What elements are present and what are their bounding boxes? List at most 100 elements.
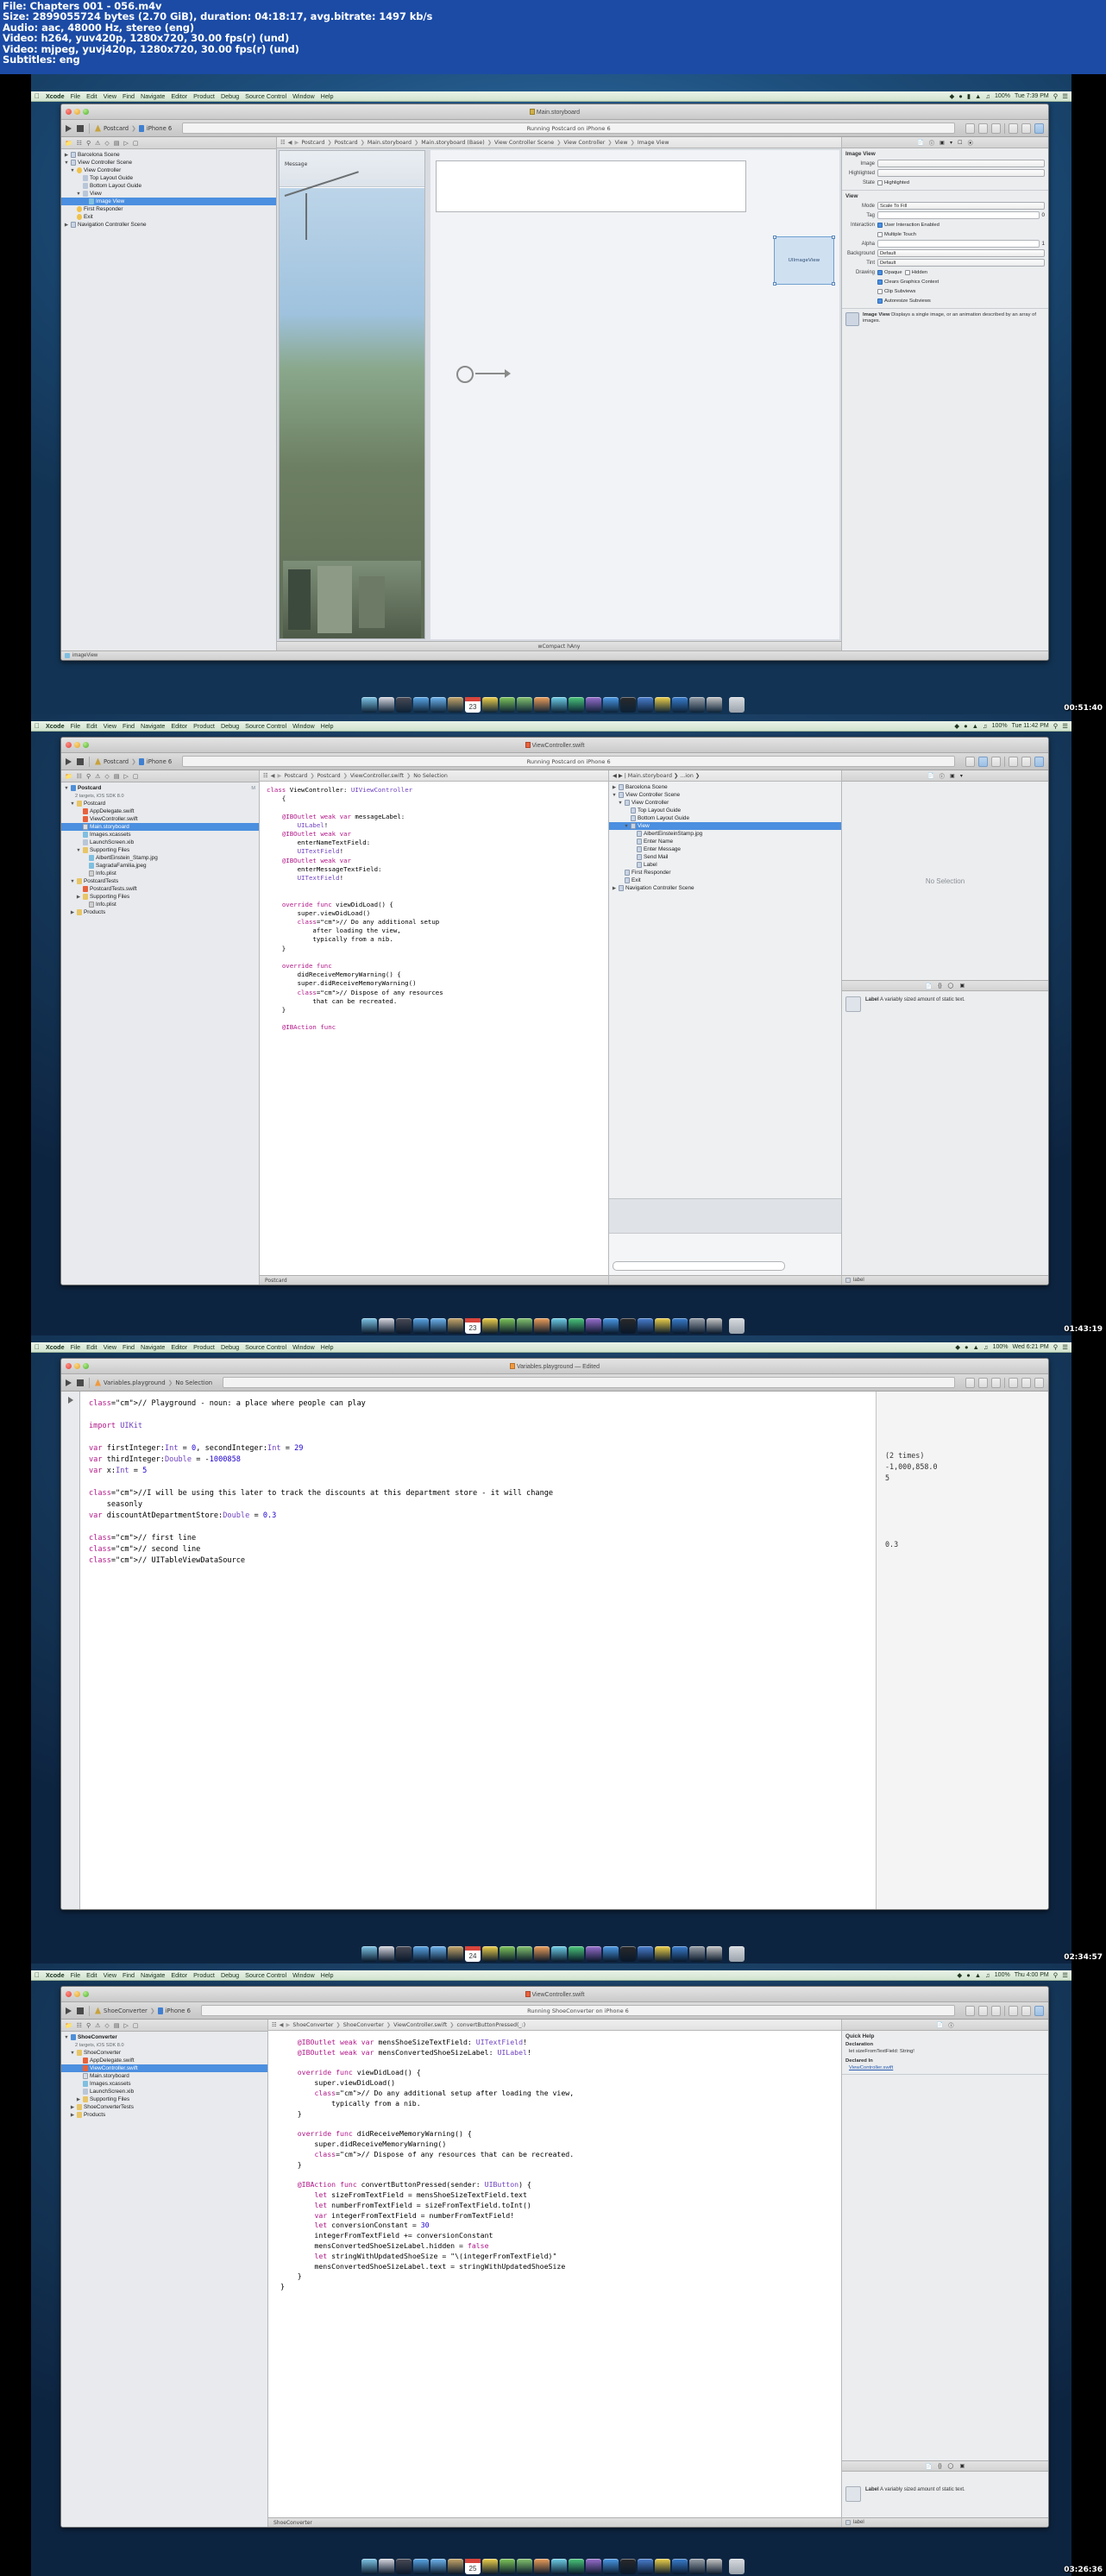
dock-appstore-icon[interactable] (603, 2559, 619, 2574)
breadcrumb-segment[interactable]: Main.storyboard (368, 140, 412, 146)
dock-xcode-icon[interactable] (638, 697, 653, 713)
dock-facetime-icon[interactable] (569, 1318, 584, 1334)
dock-finder-icon[interactable] (361, 697, 377, 713)
hidden-checkbox[interactable]: Hidden (904, 269, 927, 275)
menu-window[interactable]: Window (292, 92, 315, 100)
dock-downloads-icon[interactable] (707, 697, 722, 713)
dock-launchpad-icon[interactable] (379, 1946, 394, 1962)
jump-bar-4[interactable]: ☷ ◀ ▶ ShoeConverter ❯ ShoeConverter ❯ ViewContr… (268, 2020, 841, 2031)
inspector-tabs-2[interactable]: 📄 ⓘ ▣ ▾ (842, 770, 1048, 782)
tree-item[interactable]: LaunchScreen.xib (61, 839, 259, 846)
dock-contacts-icon[interactable] (448, 697, 463, 713)
dock-safari-icon[interactable] (413, 697, 429, 713)
spotlight-icon[interactable]: ⚲ (1053, 1971, 1059, 1979)
menu-help[interactable]: Help (321, 92, 334, 100)
dock-finder-icon[interactable] (361, 2559, 377, 2574)
editor-standard-button[interactable] (965, 756, 975, 767)
attributes-inspector-icon[interactable]: ▾ (950, 140, 952, 146)
dock-downloads-icon[interactable] (707, 1946, 722, 1962)
dropbox-icon[interactable]: ◆ (950, 92, 955, 100)
editor-assistant-button[interactable] (978, 756, 988, 767)
menu-xcode[interactable]: Xcode (46, 1343, 65, 1351)
breadcrumb-segment[interactable]: Postcard (335, 140, 358, 146)
storyboard-empty-area[interactable]: UIImageView (430, 150, 839, 639)
tree-item[interactable]: Images.xcassets (61, 2080, 267, 2088)
back-icon[interactable]: ◀ (280, 2022, 284, 2028)
stop-button[interactable] (77, 757, 84, 765)
tree-item[interactable]: ▼ Supporting Files (61, 846, 259, 854)
dock-3[interactable]: 24 (356, 1941, 750, 1963)
spotlight-icon[interactable]: ⚲ (1053, 1343, 1059, 1351)
mode-select[interactable]: Scale To Fill (877, 202, 1045, 210)
warning-icon[interactable]: ⚠ (95, 140, 100, 147)
dock-photos-icon[interactable] (534, 1946, 550, 1962)
dock-mission-control-icon[interactable] (396, 1318, 412, 1334)
navigator-strip-3[interactable] (61, 1392, 80, 1909)
size-class-bar-1[interactable]: wCompact hAny (277, 641, 841, 650)
dock-chrome-icon[interactable] (655, 2559, 670, 2574)
menu-debug[interactable]: Debug (221, 92, 239, 100)
tree-item[interactable]: ▼ View (609, 822, 841, 830)
wifi-icon[interactable]: ▲ (973, 1343, 979, 1351)
menu-product[interactable]: Product (193, 722, 215, 730)
disclosure-open-icon[interactable]: ▼ (70, 801, 75, 807)
breadcrumb-segment[interactable]: Postcard (301, 140, 324, 146)
related-items-icon[interactable]: ☷ (272, 2022, 277, 2028)
editor-standard-button[interactable] (965, 123, 975, 134)
breadcrumb-segment[interactable]: Postcard (317, 773, 341, 779)
toggle-utilities-button[interactable] (1034, 1377, 1044, 1388)
dock-launchpad-icon[interactable] (379, 2559, 394, 2574)
mac-menubar-4[interactable]:  Xcode File Edit View Find Navigate Edi… (31, 1970, 1071, 1981)
toggle-navigator-button[interactable] (1009, 756, 1018, 767)
file-template-library-icon[interactable]: 📄 (926, 983, 933, 990)
dock-facetime-icon[interactable] (569, 2559, 584, 2574)
storyboard-outline-2[interactable]: ▶ Barcelona Scene ▼ View Controller Scene ▼ V… (609, 782, 841, 1198)
menu-xcode[interactable]: Xcode (46, 1971, 65, 1979)
user-interaction-checkbox[interactable]: User Interaction Enabled (877, 222, 939, 228)
tree-item[interactable]: Bottom Layout Guide (609, 814, 841, 822)
volume-icon[interactable]: ♫ (983, 722, 988, 730)
menu-view[interactable]: View (104, 92, 116, 100)
disclosure-open-icon[interactable]: ▼ (64, 2035, 69, 2040)
scheme-selector-4[interactable]: ShoeConverter ❯ iPhone 6 (95, 2007, 191, 2014)
warning-icon[interactable]: ⚠ (95, 2022, 100, 2029)
jump-bar-2[interactable]: ☷ ◀ ▶ Postcard ❯ Postcard ❯ ViewController.swif… (260, 770, 608, 782)
tree-item[interactable]: Enter Message (609, 845, 841, 853)
hierarchy-icon[interactable]: ☷ (77, 2022, 82, 2029)
apple-icon[interactable]:  (35, 1343, 40, 1351)
disclosure-open-icon[interactable]: ▼ (64, 160, 69, 166)
menu-xcode[interactable]: Xcode (46, 722, 65, 730)
opaque-checkbox[interactable]: Opaque (877, 269, 902, 275)
dock-finder-icon[interactable] (361, 1946, 377, 1962)
dock-maps-icon[interactable] (517, 2559, 532, 2574)
disclosure-open-icon[interactable]: ▼ (70, 2051, 75, 2056)
menu-product[interactable]: Product (193, 92, 215, 100)
dock-itunes-icon[interactable] (586, 1946, 601, 1962)
notification-icon[interactable]: ☰ (1062, 1971, 1068, 1979)
tree-item[interactable]: ▶ Navigation Controller Scene (61, 221, 276, 229)
tree-item[interactable]: ▼ ShoeConverter (61, 2033, 267, 2041)
menu-help[interactable]: Help (321, 722, 334, 730)
dock-itunes-icon[interactable] (586, 1318, 601, 1334)
tree-item[interactable]: ViewController.swift (61, 815, 259, 823)
dock-finder-icon[interactable] (361, 1318, 377, 1334)
mac-menubar-1[interactable]:  Xcode File Edit View Find Navigate Edi… (31, 91, 1071, 102)
breadcrumb-segment[interactable]: Postcard (284, 773, 307, 779)
dock-chrome-icon[interactable] (655, 1318, 670, 1334)
editor-version-button[interactable] (991, 756, 1001, 767)
menu-view[interactable]: View (104, 1343, 116, 1351)
dock-trash-icon[interactable] (729, 697, 745, 713)
tree-item[interactable]: ▶ Supporting Files (61, 2095, 267, 2103)
object-library-icon[interactable]: ◯ (948, 983, 954, 989)
report-icon[interactable]: ▢ (133, 773, 139, 780)
toggle-utilities-button[interactable] (1034, 123, 1044, 134)
menu-window[interactable]: Window (292, 722, 315, 730)
toggle-debug-button[interactable] (1021, 2005, 1031, 2016)
dock-mail-icon[interactable] (430, 1318, 446, 1334)
stop-button[interactable] (77, 124, 84, 132)
image-combo[interactable] (877, 160, 1045, 167)
tree-item[interactable]: ▶ Barcelona Scene (609, 783, 841, 791)
library-tabs-4[interactable]: 📄 {} ◯ ▣ (842, 2460, 1048, 2472)
dock-reminders-icon[interactable] (500, 2559, 515, 2574)
dock-calendar-icon[interactable]: 23 (465, 697, 481, 713)
